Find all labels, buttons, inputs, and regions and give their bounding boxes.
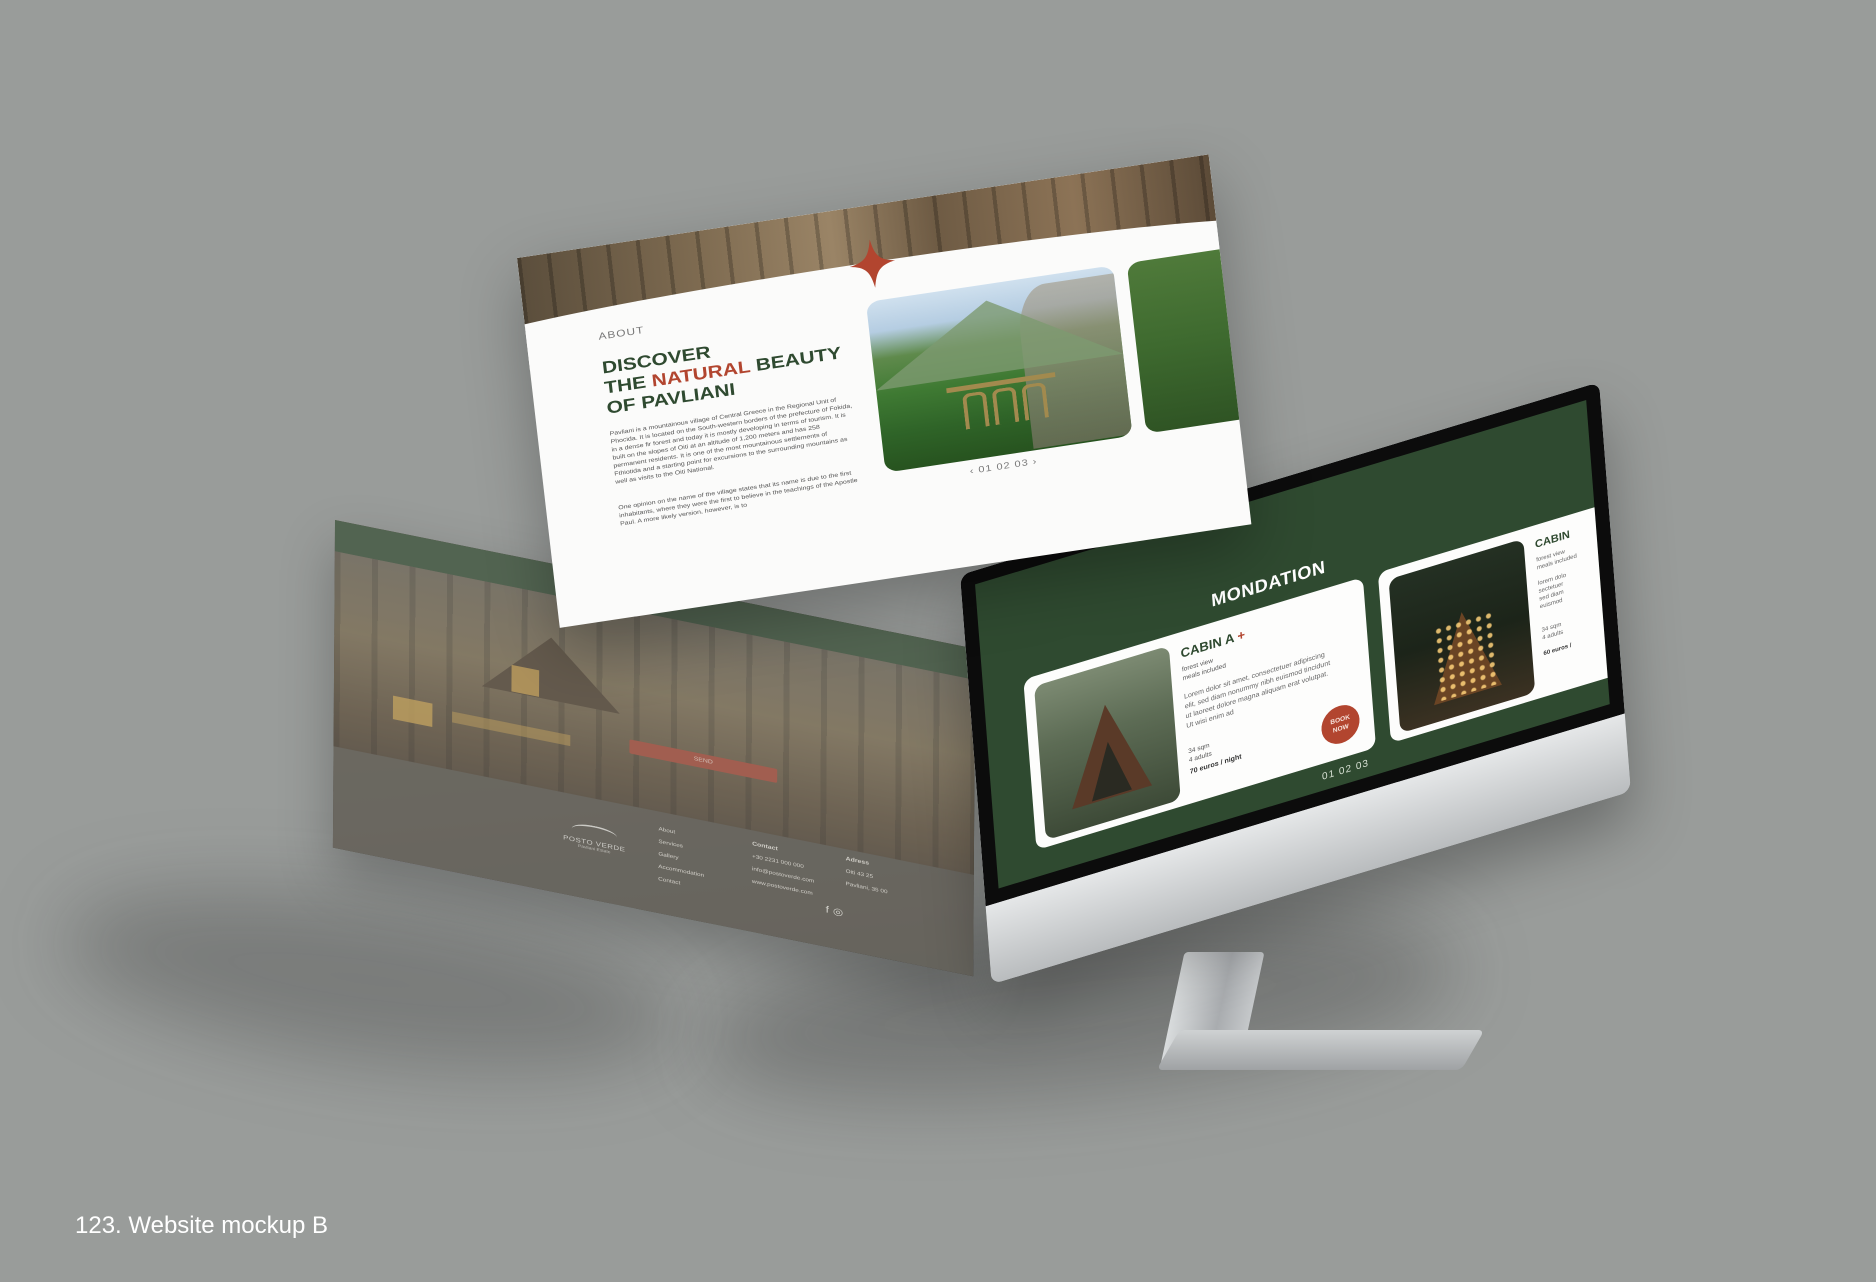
cabin-b-name: CABIN xyxy=(1534,528,1571,551)
mockup-caption: 123. Website mockup B xyxy=(75,1212,329,1239)
cabin-a-name: CABIN A + xyxy=(1180,627,1245,661)
valley-bridge-photo[interactable] xyxy=(865,265,1133,473)
bridge-arch xyxy=(961,390,990,430)
forest-photo[interactable] xyxy=(1126,246,1252,434)
four-point-star-icon xyxy=(849,239,896,288)
plus-icon[interactable]: + xyxy=(1237,627,1246,644)
mockup-scene: SEND POSTO VERDE Pavliani Estate About S… xyxy=(0,0,1876,1282)
book-now-button[interactable]: BOOK NOW xyxy=(1320,700,1361,749)
bridge-arch xyxy=(991,386,1020,426)
gallery-pager[interactable]: ‹ 01 02 03 › xyxy=(969,457,1038,477)
cabin-a-photo xyxy=(1034,645,1181,841)
cabin-b-card[interactable]: CABIN forest view meals included lorem d… xyxy=(1377,500,1610,744)
monitor-stand-foot xyxy=(1156,1030,1485,1070)
cabin-a-title: CABIN A xyxy=(1180,630,1235,661)
cabin-b-photo xyxy=(1388,538,1536,734)
bridge-arch xyxy=(1021,381,1050,421)
cabin-b-price: 60 euros / xyxy=(1543,642,1572,658)
